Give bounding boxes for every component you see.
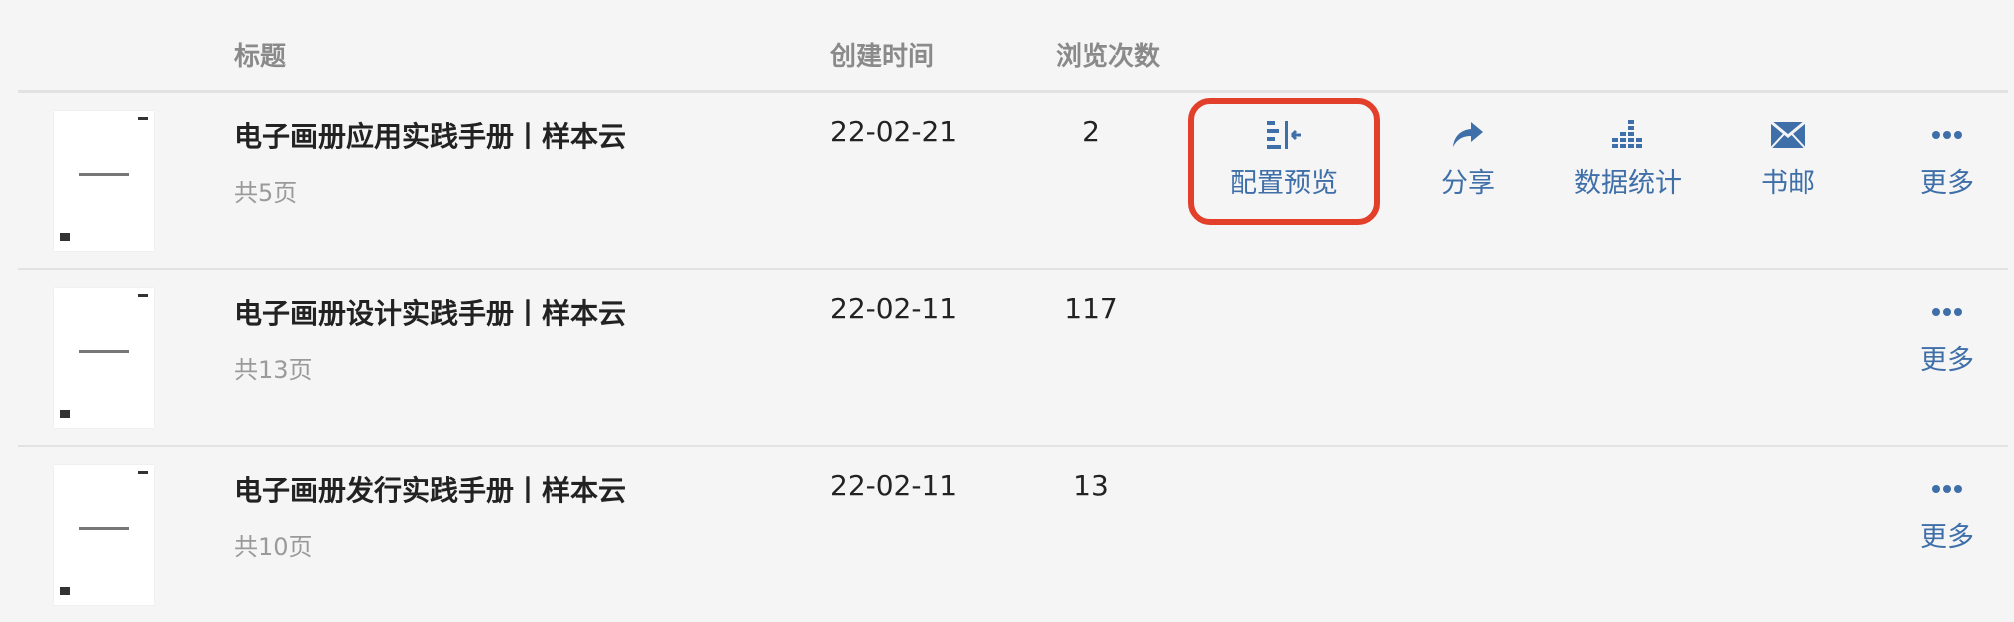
mail-button[interactable]: 书邮 bbox=[1728, 115, 1848, 200]
created-date: 22-02-21 bbox=[830, 115, 958, 148]
ellipsis-icon bbox=[1932, 485, 1962, 493]
more-button[interactable]: 更多 bbox=[1887, 115, 2007, 200]
view-count: 13 bbox=[1073, 469, 1109, 502]
page-count: 共5页 bbox=[234, 179, 298, 207]
preview-config-button[interactable]: 配置预览 bbox=[1224, 115, 1344, 200]
header-title: 标题 bbox=[234, 42, 287, 72]
album-thumbnail[interactable] bbox=[54, 288, 154, 428]
header-created: 创建时间 bbox=[830, 42, 935, 72]
preview-config-label: 配置预览 bbox=[1230, 168, 1338, 199]
page-count: 共10页 bbox=[234, 533, 313, 561]
table-row: 电子画册应用实践手册丨样本云 共5页 22-02-21 2 配置预览 分享 数据… bbox=[18, 93, 2008, 270]
share-label: 分享 bbox=[1441, 168, 1495, 199]
stats-button[interactable]: 数据统计 bbox=[1568, 115, 1688, 200]
album-title[interactable]: 电子画册应用实践手册丨样本云 bbox=[234, 115, 626, 155]
share-button[interactable]: 分享 bbox=[1408, 115, 1528, 200]
table-row: 电子画册设计实践手册丨样本云 共13页 22-02-11 117 更多 bbox=[18, 270, 2008, 447]
envelope-icon bbox=[1770, 121, 1806, 149]
more-label: 更多 bbox=[1920, 168, 1974, 199]
stats-label: 数据统计 bbox=[1574, 168, 1682, 199]
ellipsis-icon bbox=[1932, 308, 1962, 316]
more-label: 更多 bbox=[1920, 345, 1974, 376]
more-button[interactable]: 更多 bbox=[1887, 469, 2007, 554]
album-thumbnail[interactable] bbox=[54, 111, 154, 251]
album-thumbnail[interactable] bbox=[54, 465, 154, 605]
table-row: 电子画册发行实践手册丨样本云 共10页 22-02-11 13 更多 bbox=[18, 447, 2008, 622]
created-date: 22-02-11 bbox=[830, 469, 958, 502]
table-header: 标题 创建时间 浏览次数 bbox=[18, 0, 2008, 93]
album-title[interactable]: 电子画册设计实践手册丨样本云 bbox=[234, 292, 626, 332]
more-label: 更多 bbox=[1920, 522, 1974, 553]
bar-chart-icon bbox=[1612, 120, 1642, 148]
mail-label: 书邮 bbox=[1761, 168, 1815, 199]
bar-config-icon bbox=[1267, 121, 1301, 149]
album-title[interactable]: 电子画册发行实践手册丨样本云 bbox=[234, 469, 626, 509]
share-arrow-icon bbox=[1453, 122, 1483, 147]
page-count: 共13页 bbox=[234, 356, 313, 384]
created-date: 22-02-11 bbox=[830, 292, 958, 325]
more-button[interactable]: 更多 bbox=[1887, 292, 2007, 377]
ellipsis-icon bbox=[1932, 131, 1962, 139]
view-count: 117 bbox=[1064, 292, 1118, 325]
view-count: 2 bbox=[1082, 115, 1100, 148]
header-views: 浏览次数 bbox=[1056, 42, 1161, 72]
